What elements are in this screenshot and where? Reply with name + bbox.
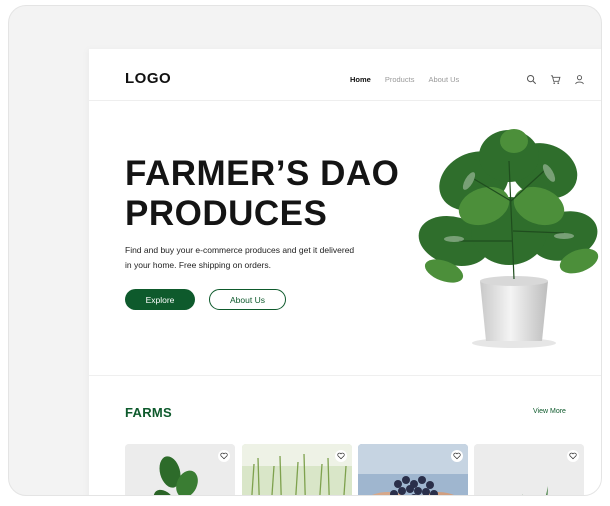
hero-title-line-1: FARMER’S DAO [125,154,400,193]
hero-title-line-2: PRODUCES [125,194,328,233]
search-icon[interactable] [526,74,537,85]
heart-icon [337,452,345,460]
farms-title: FARMS [125,405,172,420]
section-divider [89,375,601,376]
navbar: LOGO Home Products About Us [89,49,601,101]
favorite-button[interactable] [335,450,347,462]
cart-icon[interactable] [550,74,561,85]
favorite-button[interactable] [451,450,463,462]
nav-about-us[interactable]: About Us [428,75,459,84]
nav-home[interactable]: Home [350,75,371,84]
hero-description: Find and buy your e-commerce produces an… [125,245,355,270]
about-us-button[interactable]: About Us [209,289,286,310]
favorite-button[interactable] [567,450,579,462]
nav-links: Home Products About Us [350,75,459,84]
farm-card-blueberries[interactable] [358,444,468,495]
explore-button[interactable]: Explore [125,289,195,310]
nav-icons [526,74,585,85]
logo[interactable]: LOGO [125,70,171,87]
farm-card-wheat-field[interactable] [242,444,352,495]
hero-plant-image [418,129,599,348]
favorite-button[interactable] [218,450,230,462]
heart-icon [569,452,577,460]
hero-title: FARMER’S DAO PRODUCES [125,154,399,234]
farm-card-succulent[interactable] [474,444,584,495]
preview-frame: LOGO Home Products About Us FARMER’S DAO… [8,5,602,496]
view-more-link[interactable]: View More [533,408,566,415]
website-page: LOGO Home Products About Us FARMER’S DAO… [89,49,601,495]
user-icon[interactable] [574,74,585,85]
nav-products[interactable]: Products [385,75,415,84]
heart-icon [453,452,461,460]
heart-icon [220,452,228,460]
farm-card-plant-leaves[interactable] [125,444,235,495]
